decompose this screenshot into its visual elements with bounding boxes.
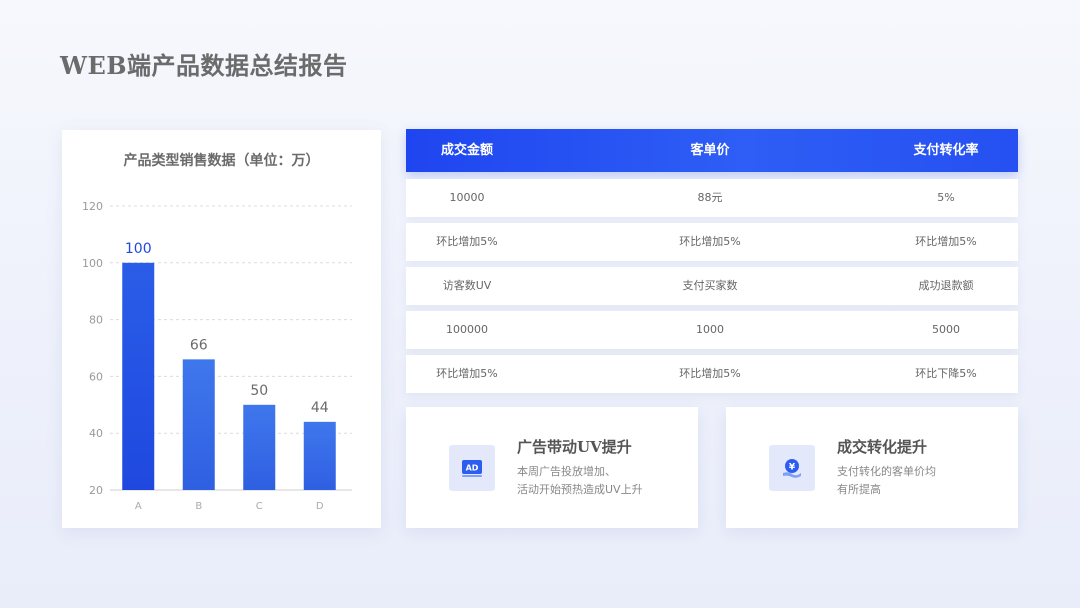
- table-row: 环比增加5% 环比增加5% 环比下降5%: [406, 355, 1018, 393]
- table-cell: 环比增加5%: [679, 235, 741, 248]
- card-title: 成交转化提升: [837, 438, 928, 456]
- x-tick-label: B: [195, 501, 202, 512]
- info-card-uv: AD 广告带动UV提升 本周广告投放增加、 活动开始预热造成UV上升: [406, 407, 698, 528]
- data-label: 50: [250, 383, 268, 399]
- card-description: 支付转化的客单价均 有所提高: [837, 463, 1007, 499]
- x-tick-label: C: [256, 501, 263, 512]
- table-cell: 5%: [937, 191, 955, 204]
- table-cell: 环比增加5%: [436, 235, 498, 248]
- page-title: WEB端产品数据总结报告: [60, 51, 348, 80]
- info-card-conversion: ¥ 成交转化提升 支付转化的客单价均 有所提高: [726, 407, 1018, 528]
- table-row: 10000 88元 5%: [406, 179, 1018, 217]
- bar-chart: 20 40 60 80 100 120 100 A 66 B 50 C 44 D: [82, 200, 352, 512]
- y-tick-label: 100: [82, 257, 103, 270]
- table-cell: 环比下降5%: [915, 367, 977, 380]
- svg-text:¥: ¥: [789, 463, 796, 473]
- y-tick-label: 60: [89, 370, 103, 383]
- bar: [303, 421, 336, 490]
- table-cell: 10000: [449, 191, 485, 204]
- bar: [122, 262, 155, 490]
- column-header-amount: 成交金额: [440, 143, 493, 158]
- svg-text:AD: AD: [466, 464, 479, 473]
- card-description: 本周广告投放增加、 活动开始预热造成UV上升: [517, 463, 687, 499]
- y-tick-label: 40: [89, 427, 103, 440]
- data-label: 100: [125, 241, 152, 257]
- bar: [243, 404, 276, 490]
- table-cell: 100000: [446, 323, 488, 336]
- table-cell: 环比增加5%: [915, 235, 977, 248]
- y-tick-label: 120: [82, 200, 103, 213]
- data-label: 44: [311, 400, 329, 416]
- yen-hand-icon: ¥: [769, 445, 815, 491]
- x-tick-label: D: [316, 501, 324, 512]
- table-cell: 支付买家数: [682, 279, 738, 292]
- column-header-unit-price: 客单价: [690, 143, 730, 158]
- table-row: 100000 1000 5000: [406, 311, 1018, 349]
- table-cell: 88元: [697, 191, 723, 204]
- table-cell: 5000: [932, 323, 960, 336]
- card-description-line: 本周广告投放增加、: [517, 465, 616, 478]
- card-description-line: 有所提高: [837, 483, 881, 496]
- card-title: 广告带动UV提升: [517, 438, 632, 456]
- table-row: 环比增加5% 环比增加5% 环比增加5%: [406, 223, 1018, 261]
- table-cell: 环比增加5%: [436, 367, 498, 380]
- chart-card: 20 40 60 80 100 120 100 A 66 B 50 C 44 D 产品类型销售数据（单位：…: [62, 130, 381, 528]
- card-description-line: 活动开始预热造成UV上升: [517, 483, 643, 496]
- table-header: 成交金额 客单价 支付转化率: [406, 129, 1018, 172]
- table-row: 访客数UV 支付买家数 成功退款额: [406, 267, 1018, 305]
- chart-title: 产品类型销售数据（单位：万）: [123, 153, 320, 169]
- ad-icon: AD: [449, 445, 495, 491]
- card-description-line: 支付转化的客单价均: [837, 465, 936, 478]
- table-cell: 1000: [696, 323, 724, 336]
- table-cell: 成功退款额: [918, 279, 974, 292]
- bar: [182, 359, 215, 490]
- y-tick-label: 80: [89, 314, 103, 327]
- x-tick-label: A: [135, 501, 142, 512]
- column-header-conversion-rate: 支付转化率: [913, 143, 979, 158]
- y-tick-label: 20: [89, 484, 103, 497]
- table-cell: 访客数UV: [442, 279, 492, 292]
- table-cell: 环比增加5%: [679, 367, 741, 380]
- data-label: 66: [190, 337, 208, 353]
